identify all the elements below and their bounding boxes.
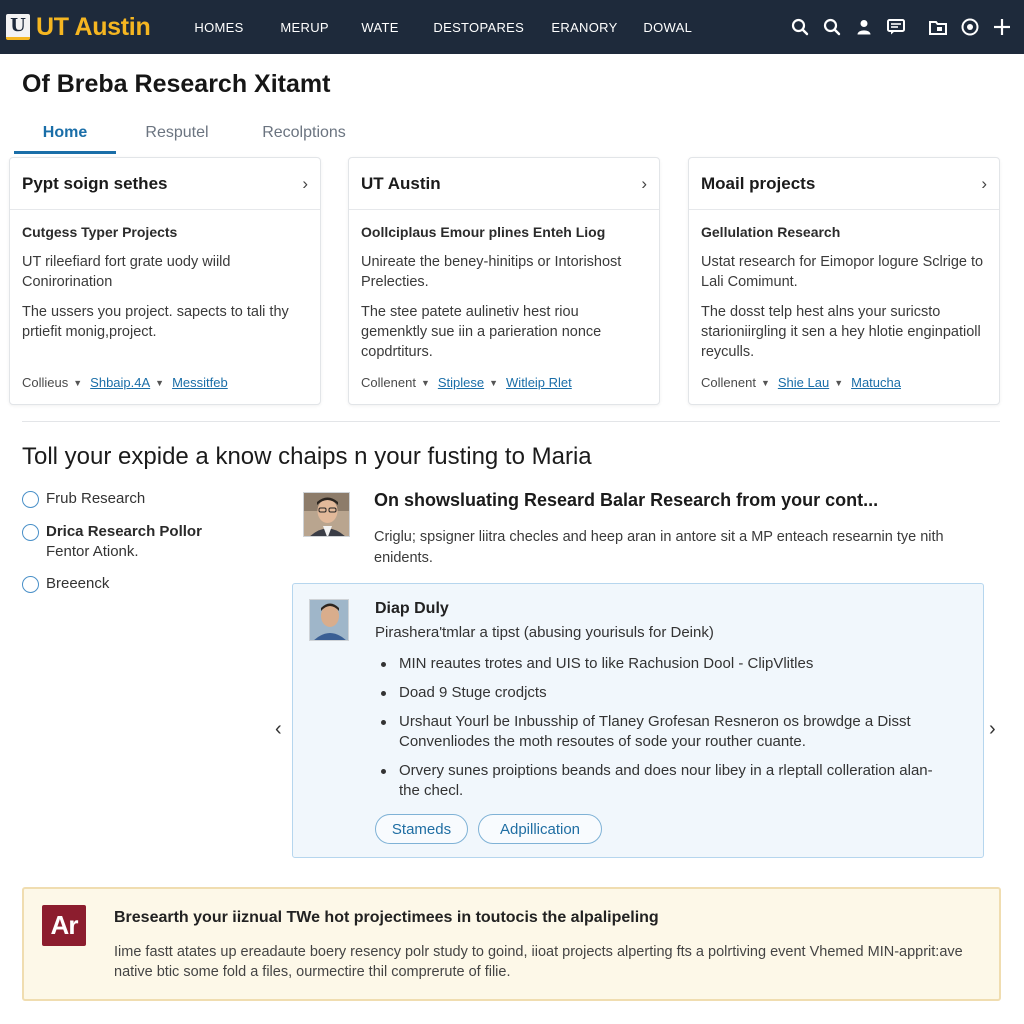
filter-option[interactable]: Breeenck: [22, 574, 202, 594]
avatar[interactable]: [309, 599, 349, 641]
application-button[interactable]: Adpillication: [478, 814, 602, 844]
card-footer: Collenent ▼ Stiplese ▼ Witleip Rlet: [361, 375, 572, 390]
tab-resputel[interactable]: Resputel: [116, 116, 238, 154]
card-foot-label: Collenent: [361, 375, 416, 390]
card-header[interactable]: Moail projects ›: [689, 158, 999, 210]
radio-button[interactable]: [22, 576, 39, 593]
card-title: Moail projects: [701, 173, 816, 193]
card-footer: Collieus ▼ Shbaip.4A ▼ Messitfeb: [22, 375, 228, 390]
highlight-panel: Diap Duly Pirashera'tmlar a tipst (abusi…: [292, 583, 984, 858]
card-detail: The dosst telp hest alns your suricsto s…: [701, 304, 981, 360]
card-link[interactable]: Matucha: [851, 375, 901, 390]
card-header[interactable]: UT Austin ›: [349, 158, 659, 210]
card-link[interactable]: Shie Lau: [778, 375, 829, 390]
ar-logo: Ar: [42, 905, 86, 946]
filter-sublabel: Fentor Ationk.: [46, 543, 139, 560]
card-title: Pypt soign sethes: [22, 173, 168, 193]
caret-down-icon[interactable]: ▼: [155, 378, 164, 388]
caret-down-icon[interactable]: ▼: [761, 378, 770, 388]
page-title: Of Breba Research Xitamt: [22, 70, 331, 98]
filter-option[interactable]: Drica Research Pollor Fentor Ationk.: [22, 522, 202, 562]
arrow-right-icon[interactable]: ›: [302, 174, 308, 194]
filter-label: Frub Research: [46, 490, 146, 507]
prev-arrow-icon[interactable]: ‹: [275, 718, 282, 741]
card-link[interactable]: Stiplese: [438, 375, 484, 390]
filter-radio-list: Frub Research Drica Research Pollor Fent…: [22, 489, 202, 594]
card-link[interactable]: Shbaip.4A: [90, 375, 150, 390]
arrow-right-icon[interactable]: ›: [641, 174, 647, 194]
card-description: Ustat research for Eimopor logure Sclrig…: [701, 254, 984, 290]
banner-title[interactable]: Bresearth your iiznual TWe hot projectim…: [114, 909, 659, 927]
next-arrow-icon[interactable]: ›: [989, 718, 996, 741]
search-icon[interactable]: [784, 11, 816, 43]
radio-button[interactable]: [22, 524, 39, 541]
plus-icon[interactable]: [986, 11, 1018, 43]
user-icon[interactable]: [848, 11, 880, 43]
target-icon[interactable]: [954, 11, 986, 43]
message-icon[interactable]: [880, 11, 912, 43]
project-card: Pypt soign sethes › Cutgess Typer Projec…: [9, 157, 321, 405]
filter-label: Drica Research Pollor: [46, 523, 202, 540]
card-link[interactable]: Witleip Rlet: [506, 375, 572, 390]
card-foot-label: Collenent: [701, 375, 756, 390]
card-title: UT Austin: [361, 173, 441, 193]
tab-home[interactable]: Home: [14, 116, 116, 154]
filter-label: Breeenck: [46, 575, 110, 592]
post-text: Criglu; spsigner liitra checles and heep…: [374, 529, 944, 566]
panel-bullet-list: MIN reautes trotes and UIS to like Rachu…: [379, 654, 939, 810]
list-item: MIN reautes trotes and UIS to like Rachu…: [379, 654, 939, 674]
page-tabs: Home Resputel Recolptions: [14, 116, 370, 154]
top-navigation-bar: U UT Austin HOMES MERUP WATE DESTOPARES …: [0, 0, 1024, 54]
card-description: Unireate the beney-hinitips or Intorisho…: [361, 254, 622, 290]
section-divider: [22, 421, 1000, 422]
ut-austin-logo[interactable]: U UT Austin: [6, 12, 151, 42]
section-heading: Toll your expide a know chaips n your fu…: [22, 443, 592, 470]
project-card: UT Austin › Oollciplaus Emour plines Ent…: [348, 157, 660, 405]
top-icon-bar: [784, 0, 1018, 54]
card-detail: The ussers you project. sapects to tali …: [22, 304, 289, 340]
caret-down-icon[interactable]: ▼: [421, 378, 430, 388]
logo-text: UT Austin: [36, 12, 151, 41]
caret-down-icon[interactable]: ▼: [489, 378, 498, 388]
card-description: UT rileefiard fort grate uody wiild Coni…: [22, 254, 231, 290]
card-subtitle: Gellulation Research: [701, 224, 841, 240]
search-icon[interactable]: [816, 11, 848, 43]
nav-dowal[interactable]: DOWAL: [643, 20, 723, 35]
nav-merup[interactable]: MERUP: [280, 20, 361, 35]
promo-banner: Ar Bresearth your iiznual TWe hot projec…: [22, 887, 1001, 1001]
panel-person-role: Pirashera'tmlar a tipst (abusing yourisu…: [375, 624, 714, 641]
project-card: Moail projects › Gellulation Research Us…: [688, 157, 1000, 405]
stameds-button[interactable]: Stameds: [375, 814, 468, 844]
caret-down-icon[interactable]: ▼: [834, 378, 843, 388]
tab-recolptions[interactable]: Recolptions: [238, 116, 370, 154]
card-link[interactable]: Messitfeb: [172, 375, 228, 390]
card-footer: Collenent ▼ Shie Lau ▼ Matucha: [701, 375, 901, 390]
filter-label-group: Drica Research Pollor Fentor Ationk.: [46, 522, 202, 562]
nav-destopares[interactable]: DESTOPARES: [433, 20, 551, 35]
nav-eranory[interactable]: ERANORY: [551, 20, 643, 35]
card-foot-label: Collieus: [22, 375, 69, 390]
list-item: Urshaut Yourl be Inbusship of Tlaney Gro…: [379, 712, 939, 752]
card-detail: The stee patete aulinetiv hest riou geme…: [361, 304, 602, 360]
panel-person-name: Diap Duly: [375, 600, 449, 617]
arrow-right-icon[interactable]: ›: [981, 174, 987, 194]
caret-down-icon[interactable]: ▼: [73, 378, 82, 388]
folder-icon[interactable]: [922, 11, 954, 43]
banner-text: Iime fastt atates up ereadaute boery res…: [114, 944, 963, 980]
list-item: Doad 9 Stuge crodjcts: [379, 683, 939, 703]
avatar[interactable]: [303, 492, 350, 537]
card-header[interactable]: Pypt soign sethes ›: [10, 158, 320, 210]
post-title[interactable]: On showsluating Researd Balar Research f…: [374, 490, 878, 511]
logo-mark: U: [6, 14, 30, 40]
card-subtitle: Oollciplaus Emour plines Enteh Liog: [361, 224, 606, 240]
nav-homes[interactable]: HOMES: [194, 20, 280, 35]
nav-wate[interactable]: WATE: [361, 20, 433, 35]
list-item: Orvery sunes proiptions beands and does …: [379, 761, 939, 801]
radio-button[interactable]: [22, 491, 39, 508]
filter-option[interactable]: Frub Research: [22, 489, 202, 509]
card-subtitle: Cutgess Typer Projects: [22, 224, 178, 240]
main-nav: HOMES MERUP WATE DESTOPARES ERANORY DOWA…: [194, 20, 723, 35]
